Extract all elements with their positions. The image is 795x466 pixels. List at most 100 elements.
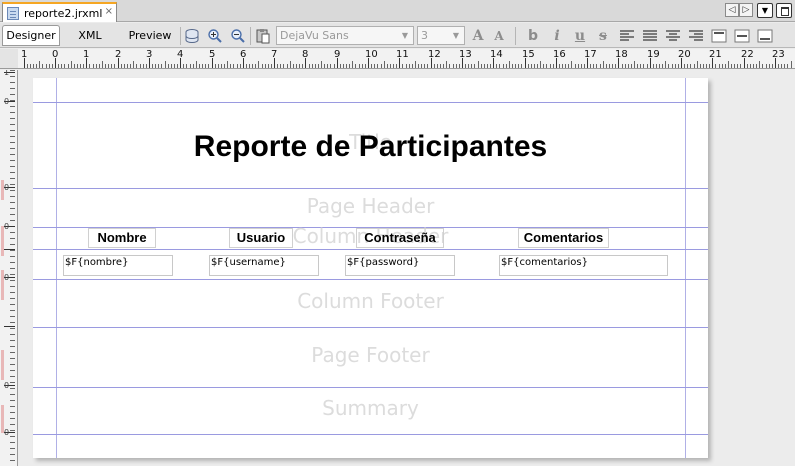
column-header-usuario[interactable]: Usuario xyxy=(229,228,293,248)
scroll-tabs-right-button[interactable]: ▷ xyxy=(739,3,753,17)
ruler-minor-tick xyxy=(10,376,15,377)
ruler-number: 22 xyxy=(741,49,754,60)
ruler-minor-tick xyxy=(440,64,441,68)
ruler-major-tick xyxy=(24,58,25,68)
field-nombre[interactable]: $F{nombre} xyxy=(63,255,173,276)
field-password[interactable]: $F{password} xyxy=(345,255,455,276)
ruler-minor-tick xyxy=(108,64,109,68)
database-icon[interactable] xyxy=(183,27,201,45)
underline-icon[interactable]: u xyxy=(571,27,589,45)
ruler-minor-tick xyxy=(637,64,638,68)
ruler-minor-tick xyxy=(772,64,773,68)
align-center-icon[interactable] xyxy=(666,30,680,41)
report-title[interactable]: Reporte de Participantes xyxy=(33,130,708,164)
ruler-minor-tick xyxy=(318,64,319,68)
align-top-icon[interactable] xyxy=(710,27,728,45)
ruler-minor-tick xyxy=(562,64,563,68)
ruler-minor-tick xyxy=(10,340,15,341)
increase-font-icon[interactable]: A xyxy=(469,27,487,45)
ruler-major-tick xyxy=(650,58,651,68)
horizontal-ruler[interactable]: 1 0 1 2 3 4 5 6 7 8 9 10 11 12 13 14 15 16 17 18 19 20 21 22 23 xyxy=(18,49,795,69)
close-tab-icon[interactable]: × xyxy=(105,6,113,18)
ruler-minor-tick xyxy=(249,64,250,68)
ruler-minor-tick xyxy=(424,64,425,68)
ruler-minor-tick xyxy=(756,64,757,68)
ruler-minor-tick xyxy=(715,64,716,68)
ruler-minor-tick xyxy=(10,364,15,365)
zoom-out-icon[interactable] xyxy=(229,27,247,45)
ruler-minor-tick xyxy=(290,61,291,68)
ruler-minor-tick xyxy=(647,64,648,68)
zoom-in-icon[interactable] xyxy=(206,27,224,45)
field-username[interactable]: $F{username} xyxy=(209,255,319,276)
tab-xml[interactable]: XML xyxy=(70,25,110,46)
ruler-minor-tick xyxy=(675,64,676,68)
design-canvas[interactable]: Title Reporte de Participantes Page Head… xyxy=(19,70,795,466)
ruler-minor-tick xyxy=(80,64,81,68)
ruler-minor-tick xyxy=(791,61,792,68)
ruler-minor-tick xyxy=(46,64,47,68)
ruler-minor-tick xyxy=(146,64,147,68)
toolbar-separator xyxy=(515,27,516,45)
italic-icon[interactable]: i xyxy=(548,27,566,45)
ruler-minor-tick xyxy=(77,64,78,68)
tab-preview[interactable]: Preview xyxy=(124,25,176,46)
column-header-contrasena[interactable]: Contraseña xyxy=(356,228,444,248)
ruler-minor-tick xyxy=(265,64,266,68)
ruler-minor-tick xyxy=(218,64,219,68)
font-name-combo[interactable]: DejaVu Sans ▼ xyxy=(276,26,414,45)
ruler-minor-tick xyxy=(155,64,156,68)
ruler-minor-tick xyxy=(10,322,15,323)
ruler-minor-tick xyxy=(384,61,385,68)
ruler-minor-tick xyxy=(74,64,75,68)
align-left-icon[interactable] xyxy=(620,30,634,41)
ruler-minor-tick xyxy=(10,328,15,329)
ruler-minor-tick xyxy=(58,64,59,68)
ruler-major-tick xyxy=(274,58,275,68)
maximize-window-button[interactable] xyxy=(776,3,792,18)
ruler-minor-tick xyxy=(10,118,15,119)
ruler-major-tick xyxy=(493,58,494,68)
align-bottom-icon[interactable] xyxy=(756,27,774,45)
font-size-combo[interactable]: 3 ▼ xyxy=(417,26,465,45)
align-justify-icon[interactable] xyxy=(643,30,657,41)
top-margin-band xyxy=(33,78,708,103)
strikethrough-icon[interactable]: s xyxy=(594,27,612,45)
field-comentarios[interactable]: $F{comentarios} xyxy=(499,255,668,276)
decrease-font-icon[interactable]: A xyxy=(490,27,508,45)
ruler-minor-tick xyxy=(387,64,388,68)
bold-icon[interactable]: b xyxy=(524,27,542,45)
ruler-minor-tick xyxy=(725,64,726,68)
ruler-minor-tick xyxy=(10,400,15,401)
tab-list-dropdown-button[interactable]: ▼ xyxy=(757,3,773,18)
ruler-minor-tick xyxy=(374,64,375,68)
ruler-minor-tick xyxy=(625,64,626,68)
tab-designer[interactable]: Designer xyxy=(2,25,60,46)
ruler-minor-tick xyxy=(512,64,513,68)
column-header-comentarios[interactable]: Comentarios xyxy=(518,228,609,248)
report-page[interactable]: Title Reporte de Participantes Page Head… xyxy=(33,78,708,458)
ruler-minor-tick xyxy=(766,64,767,68)
align-right-icon[interactable] xyxy=(689,30,703,41)
ruler-minor-tick xyxy=(10,82,15,83)
column-header-nombre[interactable]: Nombre xyxy=(88,228,156,248)
paste-icon[interactable] xyxy=(254,27,272,45)
vertical-ruler[interactable]: 1 0 0 0 0 0 0 xyxy=(0,70,18,466)
scroll-tabs-left-button[interactable]: ◁ xyxy=(725,3,739,17)
ruler-minor-tick xyxy=(487,64,488,68)
ruler-minor-tick xyxy=(174,64,175,68)
ruler-minor-tick xyxy=(499,64,500,68)
ruler-major-tick xyxy=(587,58,588,68)
ruler-minor-tick xyxy=(540,61,541,68)
align-middle-icon[interactable] xyxy=(733,27,751,45)
ruler-minor-tick xyxy=(584,64,585,68)
ruler-number: 17 xyxy=(584,49,597,60)
ruler-minor-tick xyxy=(10,442,15,443)
document-tab[interactable]: reporte2.jrxml × xyxy=(2,2,117,22)
ruler-major-tick xyxy=(86,58,87,68)
ruler-minor-tick xyxy=(352,61,353,68)
ruler-minor-tick xyxy=(622,64,623,68)
strikethrough-glyph: s xyxy=(599,28,607,44)
ruler-minor-tick xyxy=(759,61,760,68)
ruler-major-tick xyxy=(243,58,244,68)
